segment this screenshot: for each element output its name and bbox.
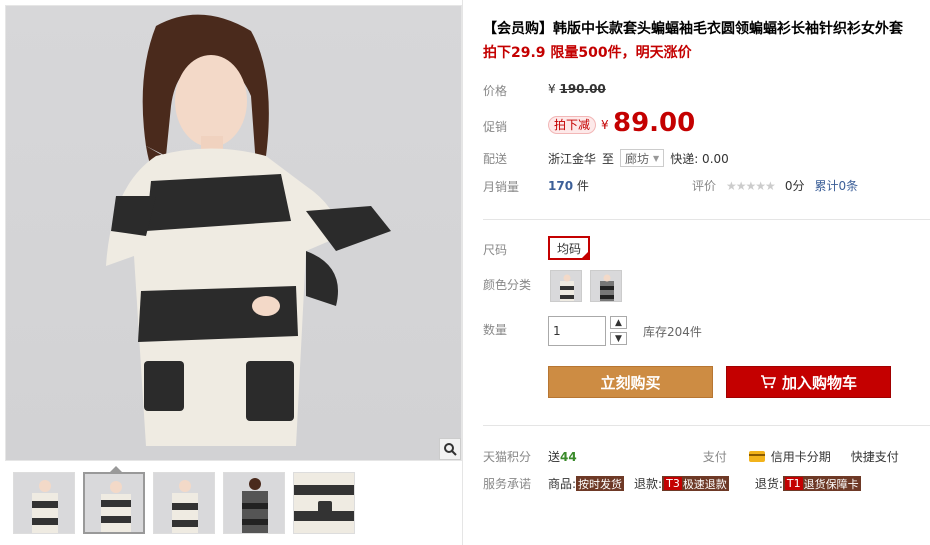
refund-code: T3 (664, 477, 682, 490)
divider (483, 425, 930, 426)
color-label: 颜色分类 (483, 278, 532, 292)
currency-symbol: ¥ (548, 82, 556, 96)
color-swatch-image (591, 271, 621, 301)
chevron-down-icon: ▼ (615, 333, 622, 344)
promo-line: 拍下29.9 限量500件，明天涨价 (483, 45, 692, 61)
express-fee: 快递: 0.00 (670, 151, 729, 166)
chevron-up-icon: ▲ (615, 317, 622, 328)
points-row: 天猫积分 送 44 支付 信用卡分期 快捷支付 (483, 448, 930, 465)
stock-count: 库存204件 (643, 325, 702, 339)
thumbnail-1[interactable] (13, 472, 75, 534)
promo-currency-symbol: ¥ (601, 118, 609, 132)
sales-count: 170 (548, 179, 574, 193)
add-to-cart-button[interactable]: 加入购物车 (726, 366, 891, 398)
main-product-image[interactable] (5, 5, 462, 461)
ship-to-word: 至 (602, 151, 615, 166)
return-label: 退货: (754, 477, 783, 491)
service-label: 服务承诺 (483, 477, 532, 491)
cart-icon (760, 375, 776, 389)
promotion-label: 促销 (483, 120, 508, 134)
chevron-down-icon: ▼ (653, 153, 660, 163)
thumbnail-image (294, 473, 354, 533)
original-price: ¥ 190.00 (548, 82, 606, 96)
service-badge-ontime[interactable]: 按时发货 (576, 476, 625, 491)
rating-info: 评价 ★★★★★ 0分 累计0条 (692, 177, 858, 194)
color-swatch-image (551, 271, 581, 301)
selected-check-icon (580, 250, 590, 260)
destination-select[interactable]: 廊坊 ▼ (620, 149, 665, 167)
destination-city: 廊坊 (625, 151, 650, 166)
magnifier-icon (444, 443, 457, 456)
payment-label: 支付 (702, 450, 727, 464)
size-option-selected[interactable]: 均码 (548, 236, 590, 260)
add-to-cart-label: 加入购物车 (781, 373, 857, 392)
service-badge-label: 退货保障卡 (803, 477, 859, 491)
color-option-1[interactable] (550, 270, 582, 302)
promotion-price: 89.00 (613, 108, 696, 138)
size-option-label: 均码 (556, 241, 581, 256)
size-label: 尺码 (483, 243, 508, 257)
service-badge-label: 按时发货 (578, 477, 623, 491)
quantity-input[interactable]: 1 (548, 316, 606, 346)
goods-label: 商品: (548, 477, 577, 491)
original-price-value: 190.00 (559, 82, 606, 96)
return-code: T1 (784, 477, 803, 490)
divider (483, 219, 930, 220)
service-row: 服务承诺 商品: 按时发货 退款: T3 极速退款 退货: T1 退货保障卡 (483, 475, 930, 492)
thumbnail-strip (13, 472, 355, 534)
monthly-sales: 170 件 (548, 177, 589, 194)
service-badge-refund[interactable]: T3 极速退款 (662, 476, 729, 491)
buy-now-button[interactable]: 立刻购买 (548, 366, 713, 398)
color-option-2[interactable] (590, 270, 622, 302)
model-photo (106, 14, 391, 446)
points-prefix: 送 (548, 450, 561, 464)
points-value: 44 (560, 449, 577, 464)
thumbnail-3[interactable] (153, 472, 215, 534)
shipping-label: 配送 (483, 152, 508, 166)
review-count-link[interactable]: 累计0条 (814, 177, 858, 194)
shipping-info: 浙江金华 至 廊坊 ▼ 快递: 0.00 (548, 149, 729, 167)
quantity-label: 数量 (483, 323, 508, 337)
thumbnail-2[interactable] (83, 472, 145, 534)
thumbnail-image (85, 474, 143, 532)
thumbnail-image (154, 473, 214, 533)
price-label: 价格 (483, 84, 508, 98)
thumbnail-5[interactable] (293, 472, 355, 534)
ship-from: 浙江金华 (548, 151, 597, 166)
promotion-tag: 拍下减 (548, 116, 597, 134)
quantity-decrease-button[interactable]: ▼ (610, 332, 627, 345)
points-label: 天猫积分 (483, 450, 532, 464)
sales-label: 月销量 (483, 180, 520, 194)
service-badge-return[interactable]: T1 退货保障卡 (782, 476, 861, 491)
sales-unit: 件 (576, 179, 589, 193)
credit-card-icon (748, 451, 765, 462)
refund-label: 退款: (634, 477, 663, 491)
zoom-button[interactable] (439, 438, 461, 460)
thumbnail-image (14, 473, 74, 533)
quick-pay: 快捷支付 (850, 450, 899, 464)
credit-installment: 信用卡分期 (770, 450, 831, 464)
service-badge-label: 极速退款 (682, 477, 727, 491)
product-gallery (0, 0, 463, 545)
quantity-increase-button[interactable]: ▲ (610, 316, 627, 329)
rating-score: 0分 (784, 179, 805, 193)
product-title: 【会员购】韩版中长款套头蝙蝠袖毛衣圆领蝙蝠衫长袖针织衫女外套 (483, 21, 903, 37)
thumbnail-image (224, 473, 284, 533)
rating-label: 评价 (692, 179, 717, 193)
rating-stars-icon: ★★★★★ (726, 178, 776, 193)
thumbnail-4[interactable] (223, 472, 285, 534)
